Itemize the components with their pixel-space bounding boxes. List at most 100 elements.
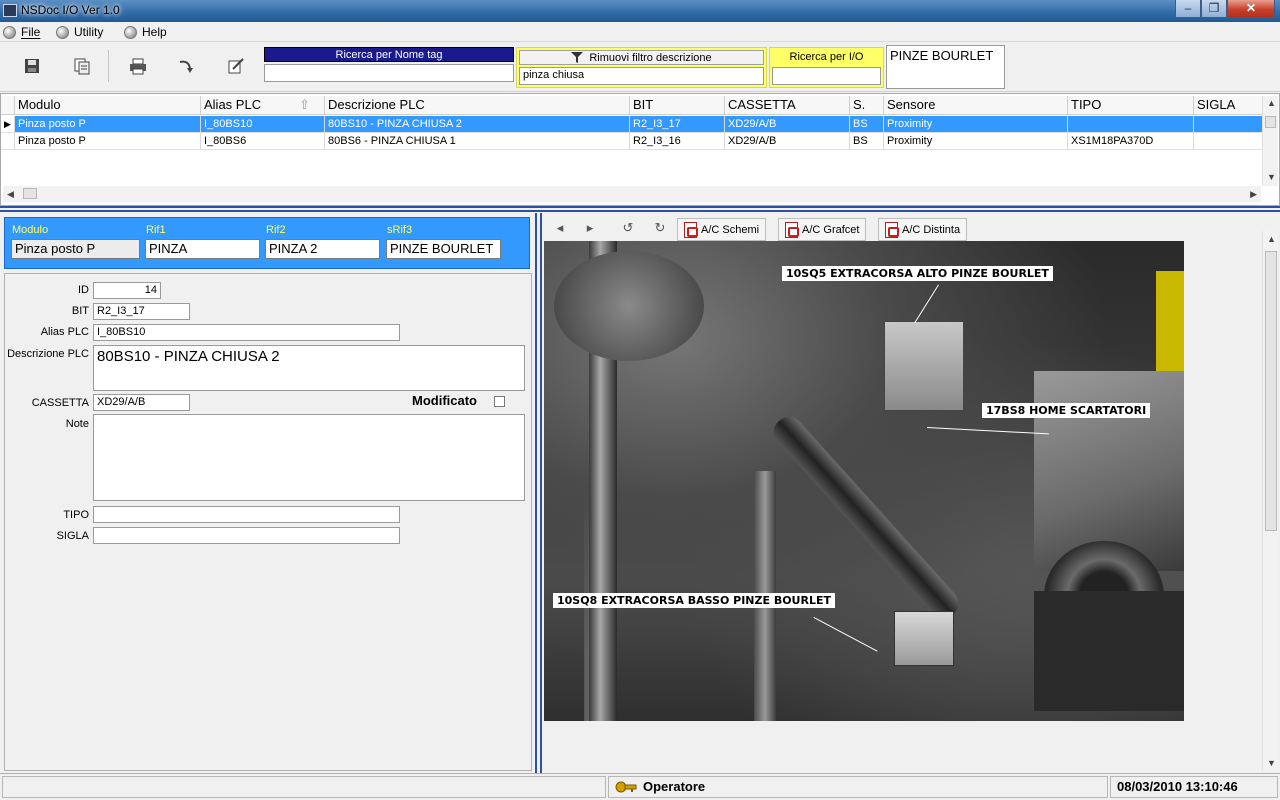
scroll-thumb[interactable] (1265, 116, 1276, 128)
modificato-checkbox[interactable] (494, 396, 505, 407)
yellow-guard (1156, 271, 1184, 371)
cell-sensore[interactable]: Proximity (884, 116, 1068, 133)
rotate-right-button[interactable]: ↻ (650, 220, 670, 238)
toolbar: Ricerca per Nome tag Rimuovi filtro desc… (0, 42, 1280, 92)
print-icon (130, 58, 146, 75)
funnel-icon (571, 52, 584, 63)
table-row[interactable]: Pinza posto P I_80BS6 80BS6 - PINZA CHIU… (1, 133, 1263, 150)
save-icon (25, 59, 39, 73)
alias-plc-field[interactable]: I_80BS10 (93, 324, 400, 341)
column-header-alias-plc[interactable]: Alias PLC ⇧ (201, 96, 325, 114)
column-header-modulo[interactable]: Modulo (15, 96, 201, 114)
search-io-input[interactable] (772, 67, 881, 85)
search-tag-input[interactable] (264, 64, 514, 82)
table-horizontal-scrollbar[interactable]: ◀ ▶ (3, 186, 1261, 202)
table-vertical-scrollbar[interactable]: ▲ ▼ (1262, 96, 1278, 186)
cell-sensore[interactable]: Proximity (884, 133, 1068, 150)
cell-tipo[interactable] (1068, 116, 1194, 133)
descrizione-plc-field[interactable]: 80BS10 - PINZA CHIUSA 2 (93, 345, 525, 391)
cell-descrizione-plc[interactable]: 80BS10 - PINZA CHIUSA 2 (325, 116, 630, 133)
menu-bullet-icon (3, 25, 16, 39)
cell-cassetta[interactable]: XD29/A/B (725, 133, 850, 150)
print-button[interactable] (126, 54, 150, 78)
tipo-field[interactable] (93, 506, 400, 523)
cell-tipo[interactable]: XS1M18PA370D (1068, 133, 1194, 150)
scroll-up-icon[interactable]: ▲ (1267, 234, 1276, 244)
bit-label: BIT (71, 305, 89, 317)
rif2-field[interactable]: PINZA 2 (265, 239, 380, 259)
ac-grafcet-button[interactable]: A/C Grafcet (778, 218, 867, 241)
ac-schemi-button[interactable]: A/C Schemi (677, 218, 767, 241)
bit-field[interactable]: R2_I3_17 (93, 303, 190, 320)
next-button[interactable]: ▸ (580, 220, 600, 238)
id-field[interactable]: 14 (93, 282, 161, 299)
copy-button[interactable] (70, 54, 94, 78)
record-header: Modulo Pinza posto P Rif1 PINZA Rif2 PIN… (4, 217, 530, 269)
io-table: Modulo Alias PLC ⇧ Descrizione PLC BIT C… (0, 93, 1280, 206)
modulo-field[interactable]: Pinza posto P (11, 239, 140, 259)
scroll-right-icon[interactable]: ▶ (1250, 189, 1257, 200)
maximize-button[interactable]: ❐ (1201, 0, 1227, 18)
search-io-label: Ricerca per I/O (789, 51, 864, 63)
vertical-splitter[interactable] (535, 213, 542, 773)
scroll-thumb[interactable] (1265, 251, 1277, 531)
ac-distinta-button[interactable]: A/C Distinta (878, 218, 968, 241)
cell-sigla[interactable] (1194, 116, 1263, 133)
scroll-up-icon[interactable]: ▲ (1267, 98, 1276, 108)
cell-alias-plc[interactable]: I_80BS6 (201, 133, 325, 150)
scroll-thumb[interactable] (23, 188, 37, 199)
horizontal-splitter[interactable] (0, 206, 1280, 212)
menu-file[interactable]: File (3, 24, 40, 40)
scroll-down-icon[interactable]: ▼ (1267, 758, 1276, 768)
toolbar-separator (108, 50, 109, 82)
menu-help[interactable]: Help (124, 24, 167, 40)
cell-sigla[interactable] (1194, 133, 1263, 150)
edit-button[interactable] (224, 54, 248, 78)
scroll-down-icon[interactable]: ▼ (1267, 172, 1276, 182)
document-viewer: ◂ ▸ ↺ ↻ A/C Schemi A/C Grafcet A/C Disti… (542, 213, 1280, 773)
column-header-s[interactable]: S. (850, 96, 884, 114)
cell-modulo[interactable]: Pinza posto P (15, 116, 201, 133)
cell-modulo[interactable]: Pinza posto P (15, 133, 201, 150)
remove-description-filter-button[interactable]: Rimuovi filtro descrizione (519, 50, 764, 65)
minimize-button[interactable]: ‒ (1175, 0, 1201, 18)
column-header-bit[interactable]: BIT (630, 96, 725, 114)
cell-descrizione-plc[interactable]: 80BS6 - PINZA CHIUSA 1 (325, 133, 630, 150)
cell-alias-plc[interactable]: I_80BS10 (201, 116, 325, 133)
redo-button[interactable] (174, 54, 198, 78)
column-header-sensore[interactable]: Sensore (884, 96, 1068, 114)
cassetta-field[interactable]: XD29/A/B (93, 394, 190, 411)
srif3-label: sRif3 (387, 224, 413, 236)
close-button[interactable]: ✕ (1227, 0, 1275, 18)
column-header-cassetta[interactable]: CASSETTA (725, 96, 850, 114)
descrizione-plc-label: Descrizione PLC (7, 348, 89, 360)
cell-s[interactable]: BS (850, 133, 884, 150)
previous-button[interactable]: ◂ (550, 220, 570, 238)
row-pointer-icon: ▶ (1, 116, 15, 133)
cell-cassetta[interactable]: XD29/A/B (725, 116, 850, 133)
sigla-field[interactable] (93, 527, 400, 544)
menu-file-label: File (21, 25, 41, 39)
cell-bit[interactable]: R2_I3_16 (630, 133, 725, 150)
table-header: Modulo Alias PLC ⇧ Descrizione PLC BIT C… (1, 96, 1263, 115)
pdf-icon (684, 221, 698, 238)
status-bar: Operatore 08/03/2010 13:10:46 (0, 773, 1280, 800)
rif2-label: Rif2 (266, 224, 286, 236)
column-header-sigla[interactable]: SIGLA (1194, 96, 1263, 114)
menu-utility[interactable]: Utility (56, 24, 103, 40)
save-button[interactable] (20, 54, 44, 78)
app-icon (3, 4, 17, 17)
scroll-left-icon[interactable]: ◀ (7, 189, 14, 200)
cell-s[interactable]: BS (850, 116, 884, 133)
rif1-field[interactable]: PINZA (145, 239, 260, 259)
column-header-descrizione-plc[interactable]: Descrizione PLC (325, 96, 630, 114)
rotate-left-button[interactable]: ↺ (618, 220, 638, 238)
column-header-tipo[interactable]: TIPO (1068, 96, 1194, 114)
description-filter-input[interactable]: pinza chiusa (519, 67, 764, 85)
table-row[interactable]: ▶ Pinza posto P I_80BS10 80BS10 - PINZA … (1, 116, 1263, 133)
srif3-field[interactable]: PINZE BOURLET (386, 239, 501, 259)
cell-bit[interactable]: R2_I3_17 (630, 116, 725, 133)
machine-photo: 10SQ5 EXTRACORSA ALTO PINZE BOURLET 17BS… (544, 241, 1184, 721)
viewer-vertical-scrollbar[interactable]: ▲ ▼ (1262, 231, 1278, 771)
note-field[interactable] (93, 414, 525, 501)
